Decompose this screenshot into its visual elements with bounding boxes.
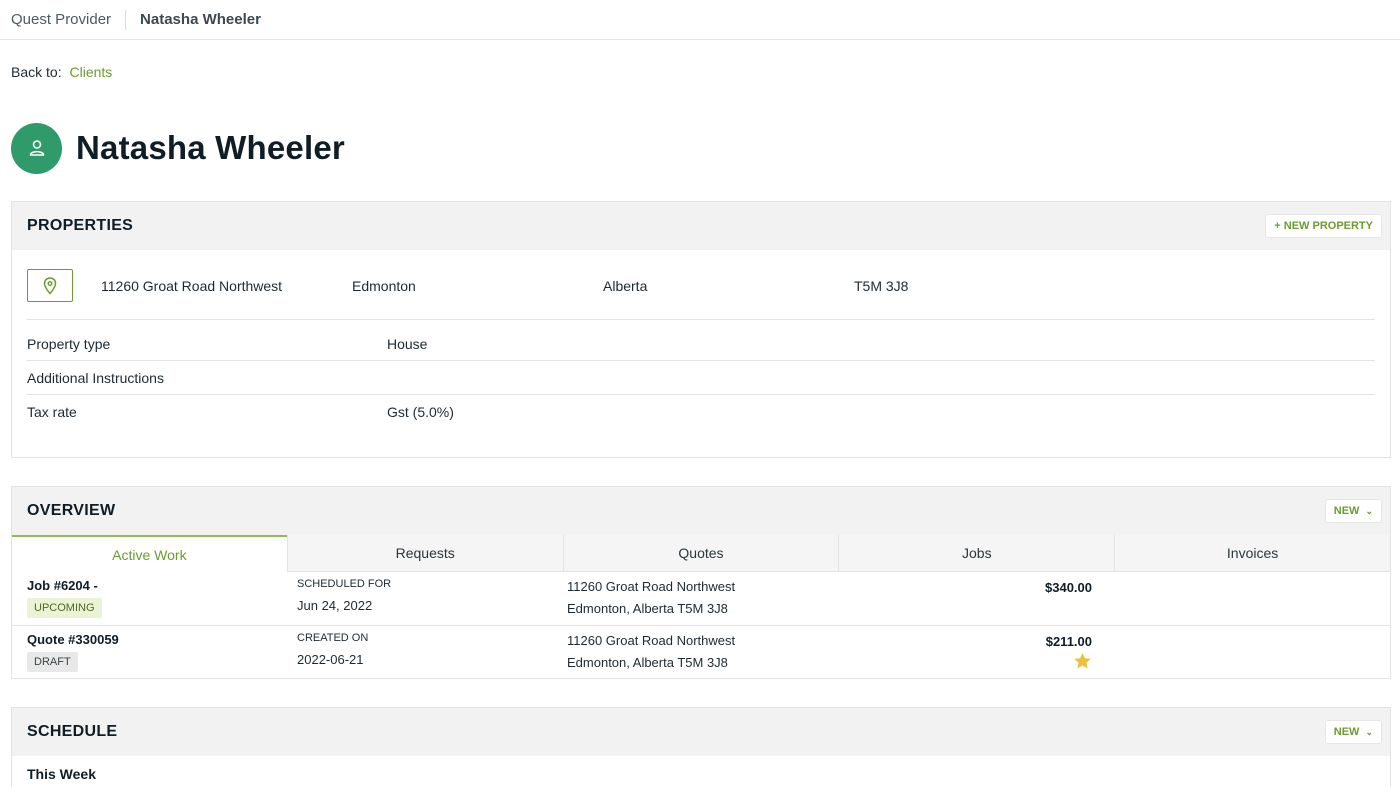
map-pin-button[interactable] <box>27 269 73 302</box>
schedule-header: SCHEDULE NEW ⌄ <box>12 708 1390 756</box>
date-value: 2022-06-21 <box>297 652 364 667</box>
address-line-1: 11260 Groat Road Northwest <box>567 633 736 648</box>
tab-requests[interactable]: Requests <box>286 535 563 572</box>
this-week-heading: This Week <box>27 766 96 782</box>
chevron-down-icon: ⌄ <box>1365 726 1373 737</box>
date-value: Jun 24, 2022 <box>297 598 373 613</box>
page-title: Natasha Wheeler <box>76 129 345 166</box>
tab-active-work[interactable]: Active Work <box>12 535 287 572</box>
back-nav: Back to: Clients <box>11 64 112 80</box>
chevron-down-icon: ⌄ <box>1365 505 1373 516</box>
work-title[interactable]: Job #6204 - <box>27 578 98 593</box>
avatar <box>11 122 62 174</box>
divider <box>27 319 1375 320</box>
date-label: SCHEDULED FOR <box>297 578 392 590</box>
map-pin-icon <box>43 276 57 295</box>
provider-name[interactable]: Quest Provider <box>11 11 111 28</box>
schedule-title: SCHEDULE <box>27 723 118 740</box>
overview-title: OVERVIEW <box>27 502 116 519</box>
tax-rate-label: Tax rate <box>27 404 77 420</box>
properties-card: PROPERTIES + NEW PROPERTY 11260 Groat Ro… <box>11 201 1391 458</box>
client-header: Natasha Wheeler <box>11 122 345 174</box>
property-type-label: Property type <box>27 336 111 352</box>
tab-jobs[interactable]: Jobs <box>838 535 1115 572</box>
additional-instructions-label: Additional Instructions <box>27 370 164 386</box>
additional-instructions-row: Additional Instructions <box>27 361 1375 395</box>
properties-title: PROPERTIES <box>27 217 134 234</box>
property-type-row: Property type House <box>27 327 1375 361</box>
work-amount: $211.00 <box>1045 634 1092 649</box>
new-property-button[interactable]: + NEW PROPERTY <box>1265 214 1382 238</box>
schedule-new-label: NEW <box>1333 726 1360 738</box>
address-line-2: Edmonton, Alberta T5M 3J8 <box>567 601 728 616</box>
divider <box>125 9 127 30</box>
top-bar: Quest Provider Natasha Wheeler <box>0 0 1400 40</box>
status-badge: DRAFT <box>27 652 78 672</box>
property-city: Edmonton <box>352 277 416 294</box>
property-address-row[interactable]: 11260 Groat Road Northwest Edmonton Albe… <box>27 269 1375 302</box>
table-row[interactable]: Quote #330059 DRAFT CREATED ON 2022-06-2… <box>12 625 1390 679</box>
date-label: CREATED ON <box>297 632 369 644</box>
tax-rate-row: Tax rate Gst (5.0%) <box>27 395 1375 429</box>
properties-header: PROPERTIES + NEW PROPERTY <box>12 202 1390 250</box>
property-type-value: House <box>387 336 428 352</box>
address-line-2: Edmonton, Alberta T5M 3J8 <box>567 655 728 670</box>
overview-card: OVERVIEW NEW ⌄ Active Work Requests Quot… <box>11 486 1391 679</box>
overview-new-label: NEW <box>1333 505 1360 517</box>
work-title[interactable]: Quote #330059 <box>27 632 119 647</box>
breadcrumb-client: Natasha Wheeler <box>140 11 261 28</box>
person-icon <box>29 140 44 156</box>
schedule-card: SCHEDULE NEW ⌄ This Week <box>11 707 1391 787</box>
star-icon <box>1074 652 1091 669</box>
status-badge: UPCOMING <box>27 598 102 618</box>
overview-header: OVERVIEW NEW ⌄ <box>12 487 1390 535</box>
tab-invoices[interactable]: Invoices <box>1114 535 1390 572</box>
work-address: 11260 Groat Road Northwest Edmonton, Alb… <box>567 630 735 674</box>
schedule-new-button[interactable]: NEW ⌄ <box>1324 720 1382 744</box>
overview-tabs: Active Work Requests Quotes Jobs Invoice… <box>12 535 1390 572</box>
work-amount: $340.00 <box>1045 580 1092 595</box>
work-address: 11260 Groat Road Northwest Edmonton, Alb… <box>567 576 735 620</box>
table-row[interactable]: Job #6204 - UPCOMING SCHEDULED FOR Jun 2… <box>12 572 1390 626</box>
property-street: 11260 Groat Road Northwest <box>101 277 283 294</box>
property-postal: T5M 3J8 <box>854 277 909 294</box>
tab-quotes[interactable]: Quotes <box>562 535 839 572</box>
back-label: Back to: <box>11 64 62 80</box>
address-line-1: 11260 Groat Road Northwest <box>567 579 736 594</box>
clients-link[interactable]: Clients <box>69 64 112 80</box>
overview-new-button[interactable]: NEW ⌄ <box>1324 499 1382 523</box>
tax-rate-value: Gst (5.0%) <box>387 404 454 420</box>
property-province: Alberta <box>603 277 648 294</box>
